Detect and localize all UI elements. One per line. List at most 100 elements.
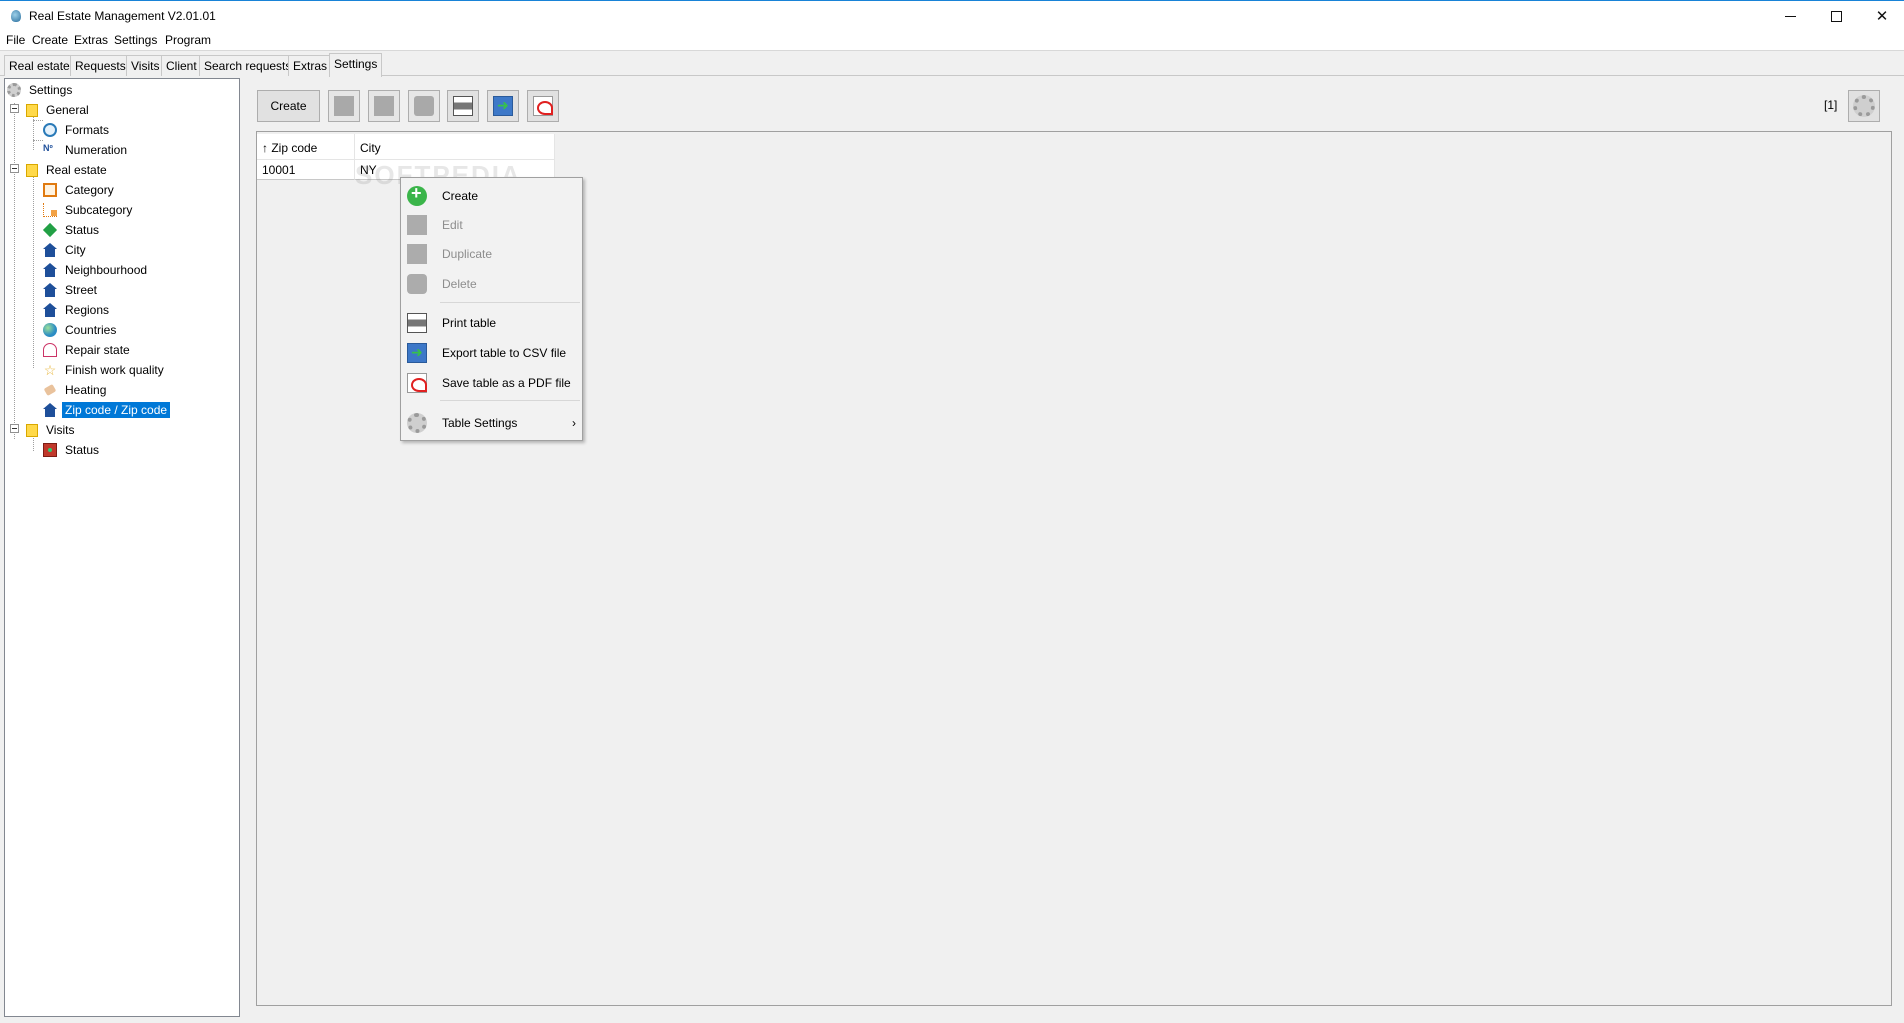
- menu-item-duplicate[interactable]: Duplicate: [401, 240, 582, 268]
- maximize-button[interactable]: [1813, 1, 1859, 31]
- tree-node-label: Visits: [46, 423, 75, 437]
- menu-separator: [440, 400, 580, 401]
- house-icon: [43, 243, 57, 257]
- tree-node-formats[interactable]: Formats: [43, 121, 112, 139]
- tree-node-label: Category: [65, 183, 114, 197]
- tree-line: [33, 120, 43, 121]
- table-cell-zip[interactable]: 10001: [257, 160, 355, 180]
- tree-node-category[interactable]: Category: [43, 181, 117, 199]
- house-icon: [43, 283, 57, 297]
- tree-node-label: Repair state: [65, 343, 130, 357]
- menu-item-delete[interactable]: Delete: [401, 270, 582, 298]
- folder-icon: [26, 103, 38, 117]
- duplicate-button[interactable]: [368, 90, 400, 122]
- delete-button[interactable]: [408, 90, 440, 122]
- tree-node-label: Formats: [65, 123, 110, 137]
- export-csv-icon: [493, 96, 513, 116]
- tree-node-label: Countries: [65, 323, 117, 337]
- export-csv-button[interactable]: [487, 90, 519, 122]
- menu-settings[interactable]: Settings: [114, 33, 157, 47]
- menu-program[interactable]: Program: [165, 33, 211, 47]
- tab-search-requests[interactable]: Search requests: [199, 55, 297, 76]
- menu-item-create[interactable]: Create: [401, 182, 582, 210]
- tab-real-estate[interactable]: Real estate: [4, 55, 75, 76]
- edit-icon: [334, 96, 354, 116]
- tree-node-label: City: [65, 243, 86, 257]
- title-bar: Real Estate Management V2.01.01 ✕: [0, 0, 1904, 31]
- collapse-real-estate-toggle[interactable]: [10, 164, 19, 173]
- save-pdf-button[interactable]: [527, 90, 559, 122]
- menu-item-print-table[interactable]: Print table: [401, 309, 582, 337]
- menu-item-edit[interactable]: Edit: [401, 211, 582, 239]
- house-icon: [43, 403, 57, 417]
- pdf-icon: [407, 373, 427, 393]
- window-title: Real Estate Management V2.01.01: [29, 9, 216, 23]
- column-header-zip-code[interactable]: ↑ Zip code: [257, 134, 355, 160]
- tab-visits[interactable]: Visits: [126, 55, 165, 76]
- create-button[interactable]: Create: [257, 90, 320, 122]
- tree-root-settings[interactable]: Settings: [7, 81, 75, 99]
- tab-settings[interactable]: Settings: [329, 53, 383, 77]
- tree-node-zip-code[interactable]: Zip code / Zip code: [43, 401, 171, 419]
- tree-node-regions[interactable]: Regions: [43, 301, 112, 319]
- tree-node-label: Zip code / Zip code: [62, 402, 171, 418]
- minimize-button[interactable]: [1767, 1, 1813, 31]
- tree-node-street[interactable]: Street: [43, 281, 100, 299]
- tree-node-label: Street: [65, 283, 98, 297]
- tree-node-city[interactable]: City: [43, 241, 89, 259]
- menu-item-label: Save table as a PDF file: [442, 376, 571, 390]
- menu-item-label: Duplicate: [442, 247, 493, 261]
- house-icon: [43, 303, 57, 317]
- submenu-arrow-icon: ›: [572, 416, 576, 430]
- formats-icon: [43, 123, 57, 137]
- tree-node-subcategory[interactable]: Subcategory: [43, 201, 135, 219]
- minimize-icon: [1784, 15, 1796, 17]
- menu-item-label: Table Settings: [442, 416, 518, 430]
- menu-item-save-pdf[interactable]: Save table as a PDF file: [401, 369, 582, 397]
- menu-create[interactable]: Create: [32, 33, 68, 47]
- tree-node-label: Status: [65, 223, 100, 237]
- status-diamond-icon: [43, 223, 57, 237]
- table-settings-button[interactable]: [1848, 90, 1880, 122]
- menu-item-export-csv[interactable]: Export table to CSV file: [401, 339, 582, 367]
- close-button[interactable]: ✕: [1859, 1, 1904, 31]
- edit-button[interactable]: [328, 90, 360, 122]
- tree-node-neighbourhood[interactable]: Neighbourhood: [43, 261, 150, 279]
- menu-extras[interactable]: Extras: [74, 33, 108, 47]
- tab-client[interactable]: Client: [161, 55, 202, 76]
- tree-node-numeration[interactable]: Nº Numeration: [43, 141, 130, 159]
- tab-extras[interactable]: Extras: [288, 55, 333, 76]
- duplicate-icon: [407, 244, 427, 264]
- tree-node-label: Subcategory: [65, 203, 133, 217]
- menu-item-table-settings[interactable]: Table Settings ›: [401, 409, 582, 437]
- tree-node-finish-work-quality[interactable]: ☆ Finish work quality: [43, 361, 167, 379]
- numeration-icon: Nº: [43, 143, 53, 153]
- menu-file[interactable]: File: [6, 33, 25, 47]
- tree-node-status[interactable]: Status: [43, 221, 102, 239]
- tree-node-countries[interactable]: Countries: [43, 321, 119, 339]
- tab-bar: Real estate Requests Visits Client Searc…: [0, 52, 1904, 77]
- print-icon: [407, 313, 427, 333]
- tree-node-general[interactable]: General: [26, 101, 92, 119]
- print-button[interactable]: [447, 90, 479, 122]
- tree-node-visits[interactable]: Visits: [26, 421, 77, 439]
- tree-node-real-estate[interactable]: Real estate: [26, 161, 110, 179]
- tree-node-label: Regions: [65, 303, 110, 317]
- menu-item-label: Export table to CSV file: [442, 346, 567, 360]
- settings-tree[interactable]: Settings General Formats Nº Numeration R…: [4, 78, 240, 1017]
- tree-node-label: General: [46, 103, 89, 117]
- tree-node-repair-state[interactable]: Repair state: [43, 341, 133, 359]
- tree-node-label: Neighbourhood: [65, 263, 148, 277]
- collapse-visits-toggle[interactable]: [10, 424, 19, 433]
- subcategory-icon: [43, 203, 57, 217]
- tree-line: [33, 170, 34, 368]
- edit-icon: [407, 215, 427, 235]
- collapse-general-toggle[interactable]: [10, 104, 19, 113]
- tab-requests[interactable]: Requests: [70, 55, 131, 76]
- column-header-city[interactable]: City: [355, 134, 555, 160]
- export-csv-icon: [407, 343, 427, 363]
- delete-icon: [407, 274, 427, 294]
- tree-node-label: Settings: [29, 83, 73, 97]
- tree-node-heating[interactable]: Heating: [43, 381, 109, 399]
- tree-node-visits-status[interactable]: Status: [43, 441, 102, 459]
